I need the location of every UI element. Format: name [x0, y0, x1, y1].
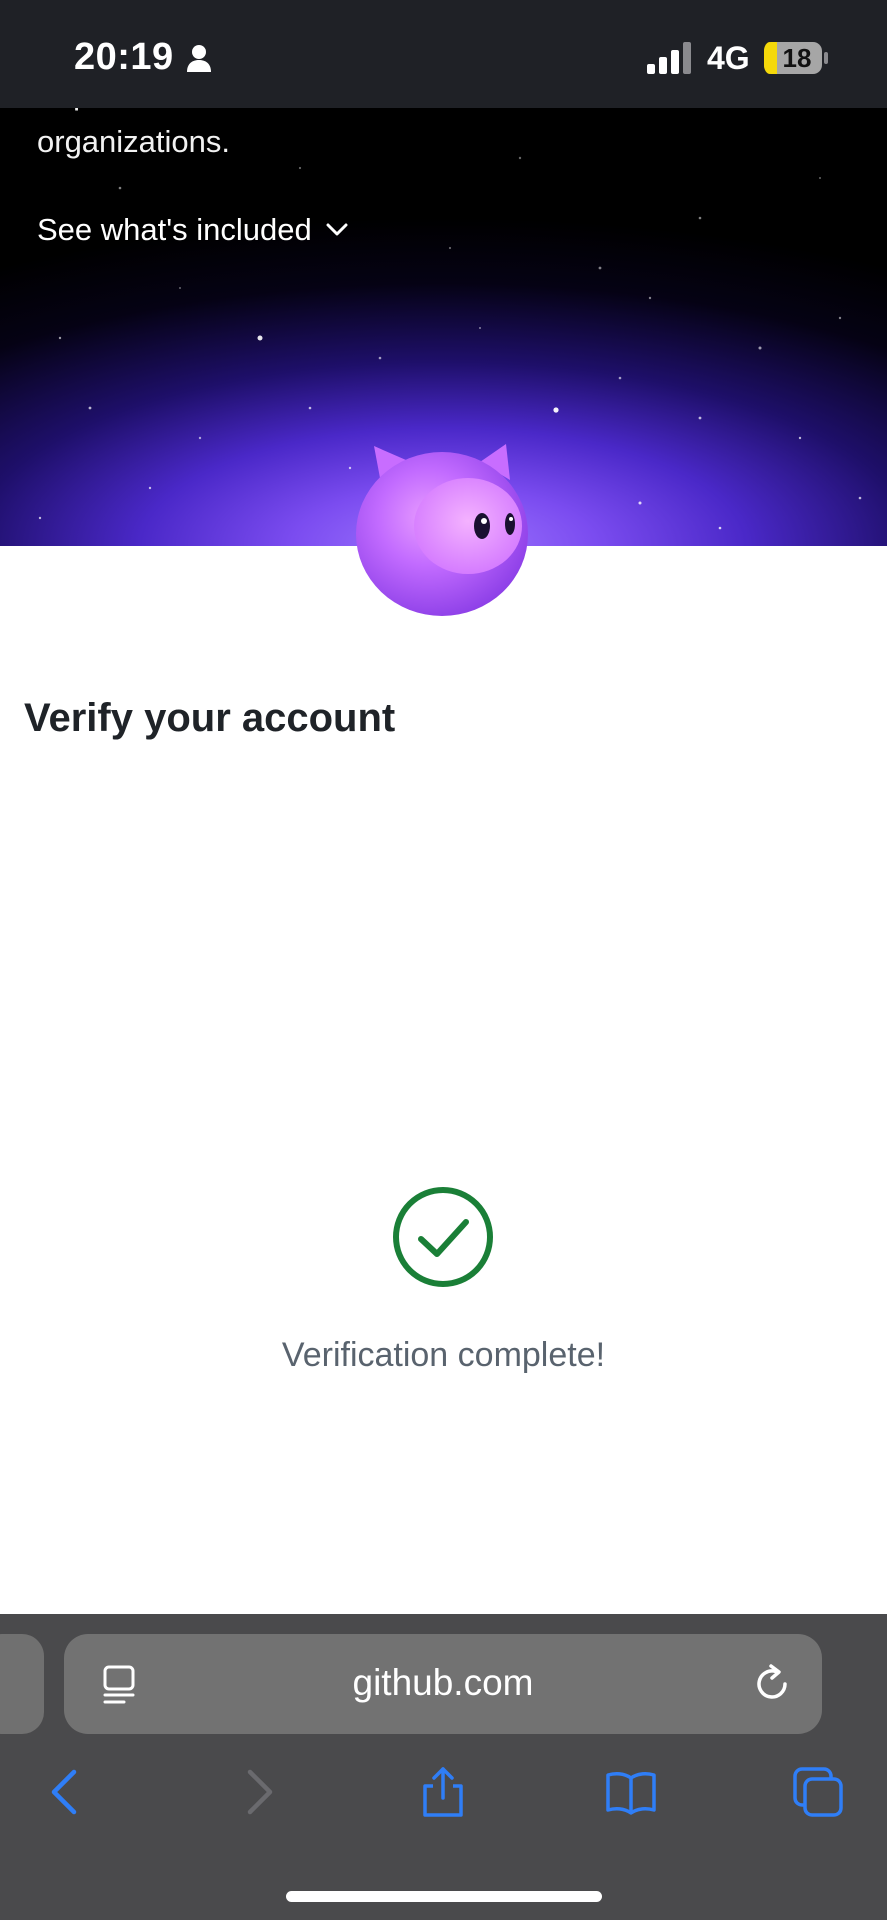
reload-icon[interactable]	[754, 1664, 792, 1704]
check-circle-icon	[393, 1187, 493, 1287]
mascot-illustration	[356, 444, 528, 616]
status-bar: 20:19 4G 18	[0, 0, 887, 108]
page-title: Verify your account	[24, 696, 396, 740]
address-bar[interactable]: github.com	[64, 1634, 822, 1734]
network-type: 4G	[707, 40, 750, 76]
signal-icon	[647, 42, 691, 74]
home-indicator[interactable]	[286, 1891, 602, 1902]
hero-description: Explore GitHub's core features for indiv…	[37, 108, 717, 159]
back-icon[interactable]	[40, 1766, 92, 1818]
share-icon[interactable]	[417, 1766, 469, 1818]
verification-status: Verification complete!	[281, 1336, 606, 1374]
tabs-icon[interactable]	[792, 1766, 844, 1818]
chevron-down-icon	[326, 223, 348, 236]
status-time: 20:19	[74, 36, 174, 78]
forward-icon[interactable]	[232, 1766, 284, 1818]
bookmarks-icon[interactable]	[605, 1766, 657, 1818]
previous-tab-preview[interactable]	[0, 1634, 44, 1734]
see-whats-included-toggle[interactable]: See what's included	[37, 212, 348, 248]
person-icon	[187, 45, 211, 72]
toggle-label: See what's included	[37, 212, 312, 247]
url-text[interactable]: github.com	[64, 1662, 822, 1704]
battery-level: 18	[782, 43, 812, 73]
